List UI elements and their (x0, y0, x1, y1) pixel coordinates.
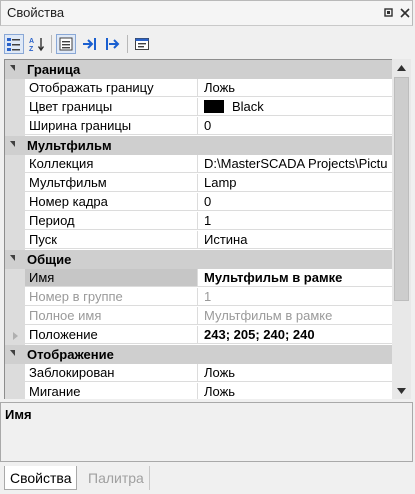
property-row[interactable]: Коллекция D:\MasterSCADA Projects\Pictu (5, 155, 393, 174)
scroll-up-icon[interactable] (392, 59, 411, 76)
property-name: Положение (25, 326, 198, 344)
tab-properties[interactable]: Свойства (4, 466, 78, 490)
property-value[interactable]: Ложь (198, 79, 393, 97)
scroll-thumb[interactable] (394, 77, 409, 301)
property-row[interactable]: Номер кадра 0 (5, 193, 393, 212)
property-row[interactable]: Положение 243; 205; 240; 240 (5, 326, 393, 345)
properties-icon[interactable] (56, 34, 76, 54)
category-label: Общие (27, 252, 72, 267)
property-name: Заблокирован (25, 364, 198, 382)
property-value: Мультфильм в рамке (198, 307, 393, 325)
color-swatch (204, 100, 224, 113)
bottom-tabs: Свойства Палитра (0, 462, 415, 494)
property-value[interactable]: Ложь (198, 364, 393, 382)
property-row[interactable]: Заблокирован Ложь (5, 364, 393, 383)
category-label: Мультфильм (27, 138, 112, 153)
property-row[interactable]: Цвет границы Black (5, 98, 393, 117)
property-name: Полное имя (25, 307, 198, 325)
property-name: Номер кадра (25, 193, 198, 211)
panel-title: Свойства (7, 5, 65, 20)
collapse-arrow-icon[interactable] (10, 65, 15, 71)
property-value[interactable]: Ложь (198, 383, 393, 399)
svg-text:Z: Z (29, 46, 34, 52)
property-value: 1 (198, 288, 393, 306)
property-value[interactable]: Black (198, 98, 393, 116)
property-row[interactable]: Мигание Ложь (5, 383, 393, 399)
svg-text:A: A (29, 38, 34, 45)
description-pane: Имя (0, 402, 413, 462)
property-grid: Граница Отображать границу Ложь Цвет гра… (4, 59, 393, 399)
category-border[interactable]: Граница (5, 60, 393, 79)
property-value[interactable]: 0 (198, 193, 393, 211)
property-row[interactable]: Номер в группе 1 (5, 288, 393, 307)
scroll-down-icon[interactable] (392, 382, 411, 399)
property-name: Коллекция (25, 155, 198, 173)
category-display[interactable]: Отображение (5, 345, 393, 364)
description-title: Имя (5, 407, 32, 422)
property-value[interactable]: 1 (198, 212, 393, 230)
category-label: Граница (27, 62, 81, 77)
property-row[interactable]: Пуск Истина (5, 231, 393, 250)
panel-titlebar: Свойства (0, 0, 413, 26)
collapse-arrow-icon[interactable] (10, 141, 15, 147)
property-name: Мультфильм (25, 174, 198, 192)
expand-arrow-icon[interactable] (13, 332, 18, 340)
property-name: Мигание (25, 383, 198, 399)
property-name: Номер в группе (25, 288, 198, 306)
property-value[interactable]: D:\MasterSCADA Projects\Pictu (198, 155, 393, 173)
property-value[interactable]: Истина (198, 231, 393, 249)
pin-icon[interactable] (383, 7, 395, 19)
property-name: Имя (25, 269, 198, 287)
property-row[interactable]: Полное имя Мультфильм в рамке (5, 307, 393, 326)
sort-alphabetical-icon[interactable]: AZ (27, 34, 47, 54)
category-general[interactable]: Общие (5, 250, 393, 269)
property-row[interactable]: Отображать границу Ложь (5, 79, 393, 98)
property-name: Пуск (25, 231, 198, 249)
events-icon[interactable] (80, 34, 100, 54)
property-value[interactable]: Lamp (198, 174, 393, 192)
tab-palette[interactable]: Палитра (83, 466, 150, 490)
property-pages-icon[interactable] (132, 34, 152, 54)
property-row[interactable]: Период 1 (5, 212, 393, 231)
property-value[interactable]: 243; 205; 240; 240 (198, 326, 393, 344)
close-icon[interactable] (399, 7, 411, 19)
property-value[interactable]: 0 (198, 117, 393, 135)
vertical-scrollbar[interactable] (392, 59, 411, 399)
toolbar: AZ (0, 31, 415, 57)
property-name: Отображать границу (25, 79, 198, 97)
categorized-icon[interactable] (4, 34, 24, 54)
bindings-icon[interactable] (103, 34, 123, 54)
collapse-arrow-icon[interactable] (10, 350, 15, 356)
category-animation[interactable]: Мультфильм (5, 136, 393, 155)
collapse-arrow-icon[interactable] (10, 255, 15, 261)
property-name: Цвет границы (25, 98, 198, 116)
color-name: Black (232, 99, 264, 114)
property-row[interactable]: Мультфильм Lamp (5, 174, 393, 193)
property-name: Период (25, 212, 198, 230)
property-row-selected[interactable]: Имя Мультфильм в рамке (5, 269, 393, 288)
property-name: Ширина границы (25, 117, 198, 135)
category-label: Отображение (27, 347, 114, 362)
property-row[interactable]: Ширина границы 0 (5, 117, 393, 136)
property-value[interactable]: Мультфильм в рамке (198, 269, 393, 287)
